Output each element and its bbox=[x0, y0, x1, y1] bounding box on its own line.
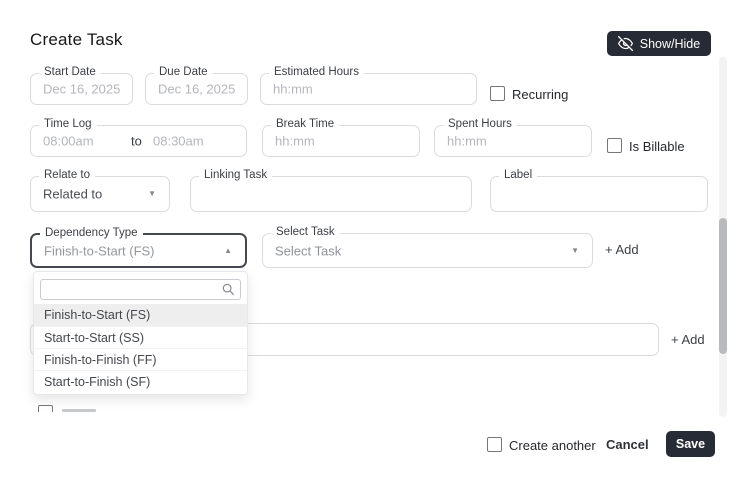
time-log-label: Time Log bbox=[39, 118, 97, 130]
page-title: Create Task bbox=[30, 30, 123, 49]
time-log-start-value: 08:00am bbox=[43, 133, 94, 149]
create-another-label: Create another bbox=[509, 438, 596, 453]
spent-hours-value: hh:mm bbox=[447, 133, 487, 149]
scrollbar-track[interactable] bbox=[719, 57, 727, 417]
show-hide-label: Show/Hide bbox=[639, 36, 701, 51]
due-date-field[interactable]: Due Date Dec 16, 2025 bbox=[145, 66, 248, 105]
start-date-field[interactable]: Start Date Dec 16, 2025 bbox=[30, 66, 133, 105]
dropdown-option-start-to-start[interactable]: Start-to-Start (SS) bbox=[34, 326, 247, 348]
break-time-value: hh:mm bbox=[275, 133, 315, 149]
chevron-down-icon: ▼ bbox=[148, 189, 156, 198]
label-field-label: Label bbox=[499, 169, 538, 181]
chevron-up-icon: ▲ bbox=[224, 245, 232, 255]
dropdown-option-start-to-finish[interactable]: Start-to-Finish (SF) bbox=[34, 370, 247, 392]
label-field[interactable]: Label bbox=[490, 169, 708, 212]
select-task-label: Select Task bbox=[271, 226, 340, 238]
dropdown-search bbox=[40, 279, 241, 300]
estimated-hours-value: hh:mm bbox=[273, 81, 313, 97]
start-date-value: Dec 16, 2025 bbox=[43, 81, 121, 97]
dependency-type-label: Dependency Type bbox=[40, 227, 143, 239]
create-another-checkbox[interactable] bbox=[487, 437, 502, 452]
linking-task-field[interactable]: Linking Task bbox=[190, 169, 472, 212]
start-date-label: Start Date bbox=[39, 66, 101, 78]
scrollbar-thumb[interactable] bbox=[719, 218, 727, 354]
is-billable-label: Is Billable bbox=[629, 139, 685, 154]
add-dependency-button[interactable]: + Add bbox=[605, 242, 639, 257]
estimated-hours-label: Estimated Hours bbox=[269, 66, 365, 78]
spent-hours-label: Spent Hours bbox=[443, 118, 517, 130]
time-log-field[interactable]: Time Log 08:00am to 08:30am bbox=[30, 118, 247, 157]
create-task-modal: Create Task Show/Hide Start Date Dec 16,… bbox=[0, 0, 750, 493]
save-button[interactable]: Save bbox=[666, 431, 715, 457]
spent-hours-field[interactable]: Spent Hours hh:mm bbox=[434, 118, 592, 157]
dropdown-option-finish-to-start[interactable]: Finish-to-Start (FS) bbox=[34, 304, 247, 326]
dependency-type-select[interactable]: Dependency Type Finish-to-Start (FS) ▲ bbox=[30, 227, 247, 268]
relate-to-label: Relate to bbox=[39, 169, 96, 181]
estimated-hours-field[interactable]: Estimated Hours hh:mm bbox=[260, 66, 477, 105]
recurring-checkbox[interactable] bbox=[490, 86, 505, 101]
time-log-separator: to bbox=[131, 133, 142, 149]
cancel-button[interactable]: Cancel bbox=[606, 437, 649, 452]
clipped-checkbox[interactable] bbox=[38, 405, 53, 412]
due-date-value: Dec 16, 2025 bbox=[158, 81, 236, 97]
clipped-form-row bbox=[36, 403, 166, 412]
relate-to-value: Related to bbox=[43, 186, 103, 202]
select-task-select[interactable]: Select Task Select Task ▼ bbox=[262, 226, 593, 268]
select-task-value: Select Task bbox=[275, 243, 342, 258]
dependency-type-value: Finish-to-Start (FS) bbox=[44, 243, 155, 258]
clipped-text bbox=[62, 409, 96, 412]
dependency-type-dropdown-panel: Finish-to-Start (FS) Start-to-Start (SS)… bbox=[33, 271, 248, 395]
relate-to-select[interactable]: Relate to Related to ▼ bbox=[30, 169, 170, 212]
break-time-field[interactable]: Break Time hh:mm bbox=[262, 118, 420, 157]
show-hide-button[interactable]: Show/Hide bbox=[607, 31, 711, 56]
dropdown-search-input[interactable] bbox=[40, 279, 241, 300]
dropdown-option-finish-to-finish[interactable]: Finish-to-Finish (FF) bbox=[34, 348, 247, 370]
is-billable-checkbox[interactable] bbox=[607, 138, 622, 153]
eye-off-icon bbox=[617, 36, 633, 51]
time-log-end-value: 08:30am bbox=[153, 133, 204, 149]
search-icon bbox=[221, 282, 235, 296]
linking-task-label: Linking Task bbox=[199, 169, 273, 181]
break-time-label: Break Time bbox=[271, 118, 340, 130]
due-date-label: Due Date bbox=[154, 66, 213, 78]
recurring-label: Recurring bbox=[512, 87, 569, 102]
chevron-down-icon: ▼ bbox=[571, 245, 579, 255]
add-row-button[interactable]: + Add bbox=[671, 332, 705, 347]
